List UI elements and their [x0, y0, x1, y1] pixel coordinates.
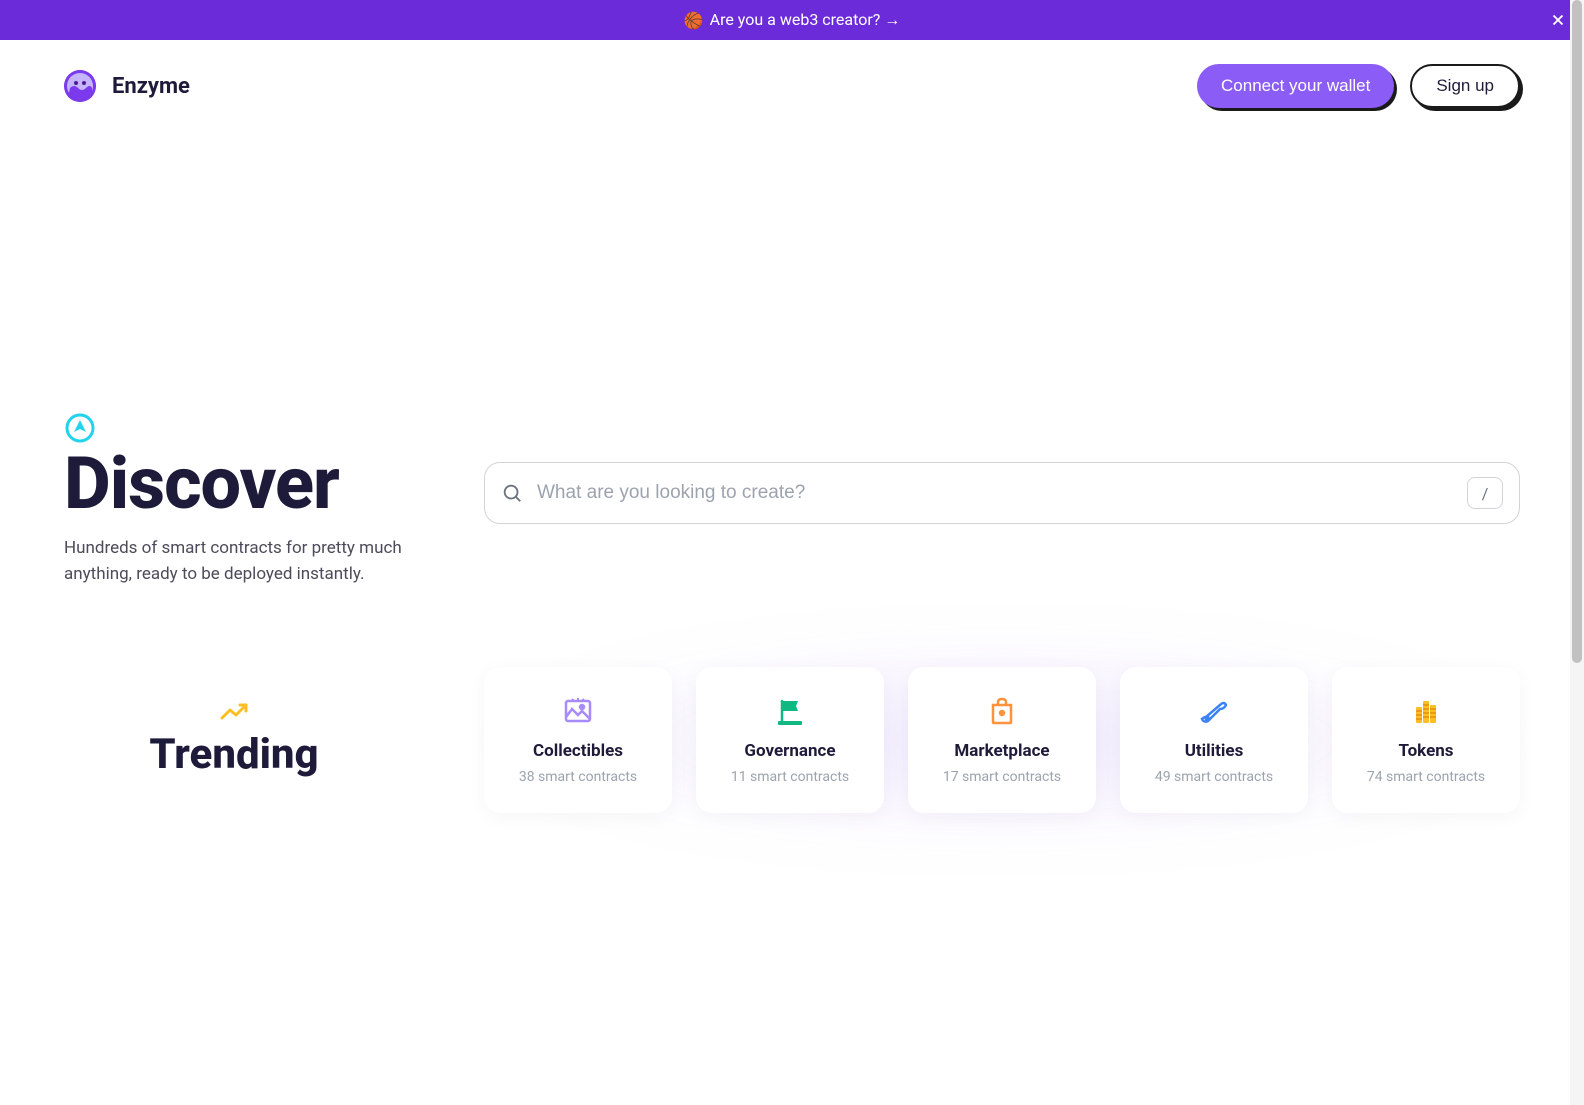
scrollbar[interactable]: [1570, 0, 1584, 1105]
category-card-collectibles[interactable]: Collectibles 38 smart contracts: [484, 667, 672, 813]
header-actions: Connect your wallet Sign up: [1197, 64, 1520, 108]
banner-emoji: 🏀: [684, 11, 704, 30]
header: Enzyme Connect your wallet Sign up: [0, 40, 1584, 132]
category-name: Governance: [744, 741, 835, 761]
search-input[interactable]: [537, 482, 1453, 504]
category-count: 49 smart contracts: [1155, 769, 1273, 785]
search-box[interactable]: /: [484, 462, 1520, 524]
category-name: Collectibles: [533, 741, 623, 761]
search-icon: [501, 482, 523, 504]
category-count: 38 smart contracts: [519, 769, 637, 785]
category-count: 17 smart contracts: [943, 769, 1061, 785]
page-title: Discover: [64, 448, 404, 520]
discover-intro: Discover Hundreds of smart contracts for…: [64, 412, 404, 587]
image-icon: [562, 695, 594, 727]
category-name: Marketplace: [954, 741, 1049, 761]
banner-text: Are you a web3 creator? →: [710, 10, 901, 30]
search-shortcut-badge: /: [1467, 477, 1503, 509]
category-card-tokens[interactable]: Tokens 74 smart contracts: [1332, 667, 1520, 813]
category-name: Tokens: [1398, 741, 1453, 761]
logo-icon: [64, 70, 96, 102]
connect-wallet-button[interactable]: Connect your wallet: [1197, 64, 1394, 108]
shopping-bag-icon: [986, 695, 1018, 727]
category-grid: Collectibles 38 smart contracts Governan…: [484, 657, 1520, 823]
category-name: Utilities: [1185, 741, 1244, 761]
announcement-banner[interactable]: 🏀 Are you a web3 creator? →: [0, 0, 1584, 40]
close-icon[interactable]: [1548, 10, 1568, 30]
trending-up-icon: [220, 702, 248, 722]
category-card-utilities[interactable]: Utilities 49 smart contracts: [1120, 667, 1308, 813]
trending-header: Trending: [64, 657, 404, 823]
wrench-icon: [1198, 695, 1230, 727]
category-count: 74 smart contracts: [1367, 769, 1485, 785]
trending-title: Trending: [149, 730, 318, 779]
flag-icon: [774, 695, 806, 727]
scrollbar-thumb[interactable]: [1572, 0, 1582, 663]
coins-icon: [1410, 695, 1442, 727]
page-subtitle: Hundreds of smart contracts for pretty m…: [64, 536, 404, 587]
category-card-marketplace[interactable]: Marketplace 17 smart contracts: [908, 667, 1096, 813]
category-count: 11 smart contracts: [731, 769, 849, 785]
signup-button[interactable]: Sign up: [1410, 64, 1520, 108]
main-content: Discover Hundreds of smart contracts for…: [0, 412, 1584, 823]
logo[interactable]: Enzyme: [64, 70, 190, 102]
category-card-governance[interactable]: Governance 11 smart contracts: [696, 667, 884, 813]
compass-icon: [64, 412, 96, 444]
brand-name: Enzyme: [112, 74, 190, 99]
